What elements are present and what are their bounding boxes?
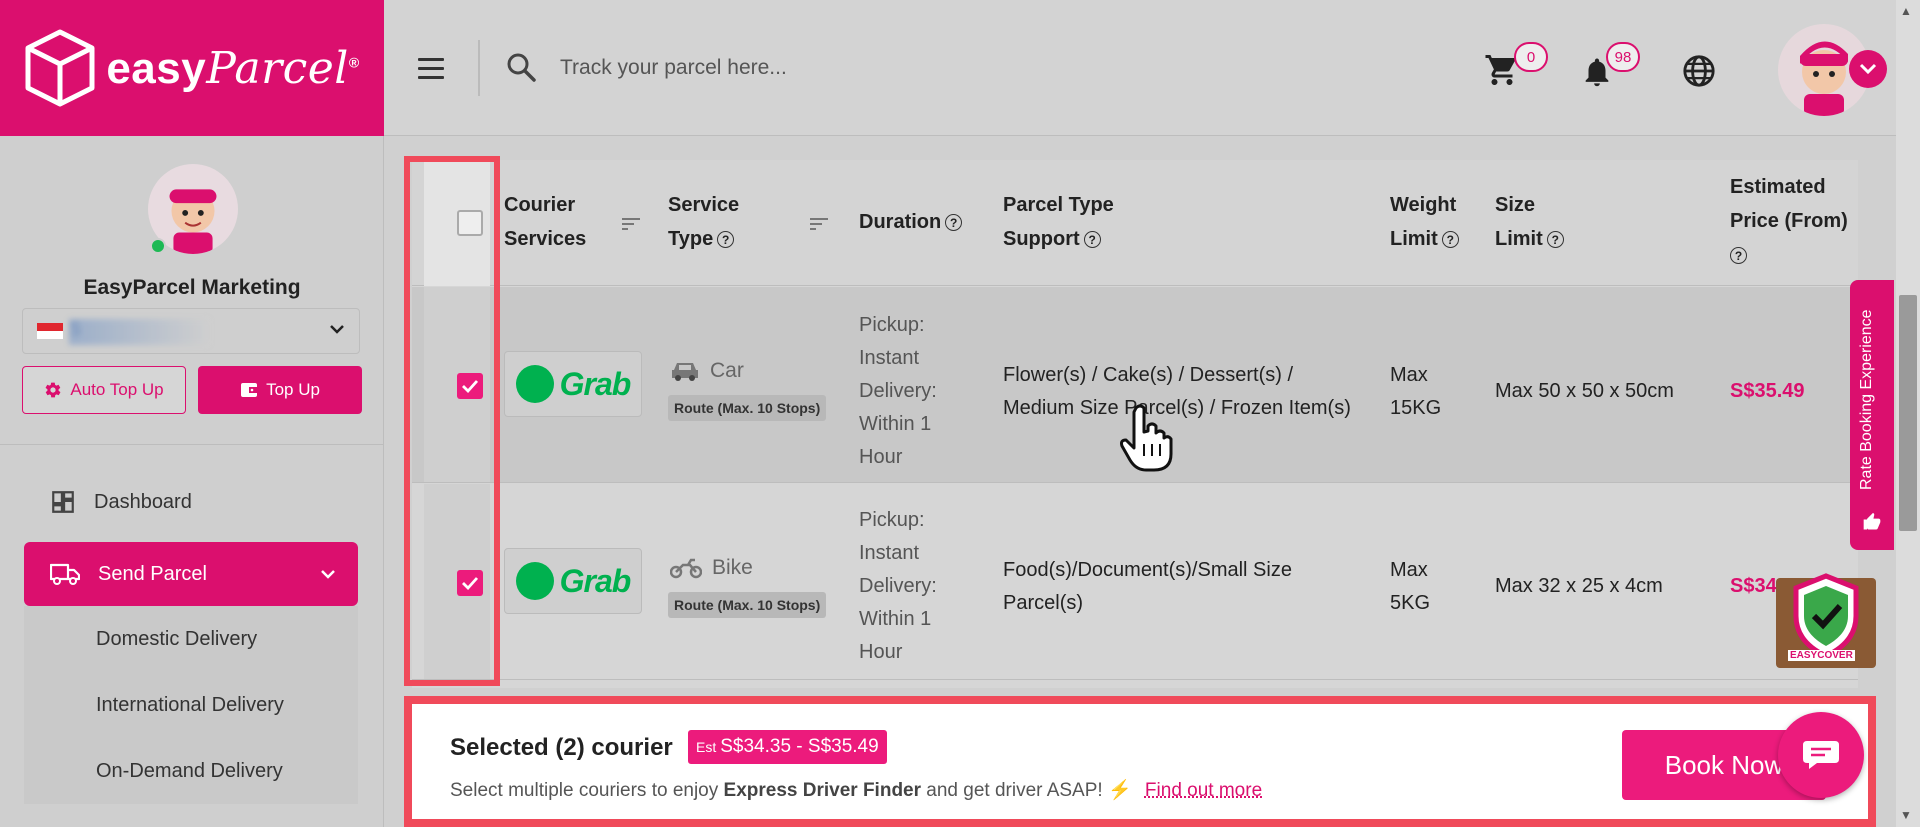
cart-button[interactable]: 0 xyxy=(1484,42,1564,92)
wallet-icon xyxy=(241,383,258,397)
dashboard-icon xyxy=(52,491,74,513)
courier-logo: Grab xyxy=(504,548,642,614)
selected-courier-bar: Selected (2) courier Est S$34.35 - S$35.4… xyxy=(404,696,1876,827)
col-header-parcel-type-support[interactable]: Parcel Type Support? xyxy=(1003,188,1114,256)
sort-icon[interactable] xyxy=(810,218,828,233)
help-icon[interactable]: ? xyxy=(1546,231,1564,249)
truck-icon xyxy=(50,563,80,585)
size-limit-cell: Max 32 x 25 x 4cm xyxy=(1495,575,1663,597)
rate-booking-experience-tab[interactable]: Rate Booking Experience xyxy=(1850,280,1894,550)
service-vehicle: Bike xyxy=(670,556,753,580)
brand-name: easyParcel® xyxy=(106,42,360,94)
lightning-icon: ⚡ xyxy=(1107,780,1132,801)
sidebar-item-label: Dashboard xyxy=(94,490,192,513)
price-cell: S$35.49 xyxy=(1730,380,1805,402)
route-badge: Route (Max. 10 Stops) xyxy=(668,592,827,618)
account-name: EasyParcel Marketing xyxy=(83,276,301,299)
top-up-label: Top Up xyxy=(266,380,320,399)
sidebar-item-dashboard[interactable]: Dashboard xyxy=(24,470,358,534)
sidebar: EasyParcel Marketing S Auto Top Up Top U… xyxy=(0,136,384,827)
account-country-select[interactable]: S xyxy=(22,308,360,354)
gear-icon xyxy=(45,382,61,398)
chevron-down-icon xyxy=(1859,63,1877,75)
size-limit-cell: Max 50 x 50 x 50cm xyxy=(1495,380,1674,402)
car-icon xyxy=(672,363,698,381)
selected-courier-count: Selected (2) courier xyxy=(450,734,673,761)
estimated-price-badge: Est S$34.35 - S$35.49 xyxy=(688,730,887,764)
auto-top-up-button[interactable]: Auto Top Up xyxy=(22,366,186,414)
easycover-badge[interactable]: EASYCOVER xyxy=(1776,573,1876,668)
notifications-button[interactable]: 98 xyxy=(1580,42,1670,92)
weight-limit-cell: Max 5KG xyxy=(1390,559,1431,614)
help-icon[interactable]: ? xyxy=(717,231,735,249)
sort-icon[interactable] xyxy=(622,218,640,233)
shield-check-icon xyxy=(1793,573,1859,659)
chat-bubble-icon xyxy=(1803,741,1839,769)
cart-count-badge: 0 xyxy=(1514,42,1548,72)
weight-limit-cell: Max 15KG xyxy=(1390,364,1442,419)
col-header-service-type[interactable]: Service Type? xyxy=(668,188,739,256)
track-parcel-search-input[interactable] xyxy=(560,48,1080,88)
search-icon[interactable] xyxy=(506,52,536,82)
chat-support-button[interactable] xyxy=(1778,712,1864,798)
thumbs-up-icon xyxy=(1863,512,1881,530)
table-row[interactable]: Grab Bike Route (Max. 10 Stops) Pickup: I… xyxy=(412,484,1858,680)
account-balance-blurred: S xyxy=(69,319,209,345)
col-header-courier-services[interactable]: Courier Services xyxy=(504,188,586,256)
help-icon[interactable]: ? xyxy=(1083,231,1101,249)
menu-icon[interactable] xyxy=(418,58,444,80)
chevron-down-icon xyxy=(321,570,335,579)
singapore-flag-icon xyxy=(37,323,63,339)
col-header-weight-limit[interactable]: Weight Limit? xyxy=(1390,188,1459,256)
top-up-button[interactable]: Top Up xyxy=(198,366,362,414)
help-icon[interactable]: ? xyxy=(1730,247,1747,265)
checkbox-column-highlight xyxy=(404,156,500,686)
scroll-up-arrow-icon[interactable]: ▲ xyxy=(1900,4,1912,18)
box-logo-icon xyxy=(25,29,95,107)
col-header-estimated-price[interactable]: Estimated Price (From)? xyxy=(1730,170,1848,272)
scrollbar-thumb[interactable] xyxy=(1899,295,1917,531)
sidebar-subitem-domestic-delivery[interactable]: Domestic Delivery xyxy=(24,606,358,672)
service-vehicle: Car xyxy=(670,359,744,383)
motorbike-icon xyxy=(670,558,702,579)
table-header-row: Courier Services Service Type? Duration? P… xyxy=(412,160,1858,286)
sidebar-item-label: Send Parcel xyxy=(98,562,207,585)
top-header: 0 98 xyxy=(384,0,1896,136)
help-icon[interactable]: ? xyxy=(1441,231,1459,249)
sidebar-item-send-parcel[interactable]: Send Parcel xyxy=(24,542,358,606)
col-header-duration[interactable]: Duration? xyxy=(859,205,963,239)
col-header-size-limit[interactable]: Size Limit? xyxy=(1495,188,1564,256)
parcel-type-cell: Food(s)/Document(s)/Small Size Parcel(s) xyxy=(1003,559,1292,614)
scroll-down-arrow-icon[interactable]: ▼ xyxy=(1900,808,1912,822)
courier-logo: Grab xyxy=(504,351,642,417)
auto-top-up-label: Auto Top Up xyxy=(70,380,164,399)
grab-express-icon xyxy=(515,562,554,600)
account-menu-toggle[interactable] xyxy=(1849,50,1887,88)
easycover-label: EASYCOVER xyxy=(1788,650,1855,661)
parcel-type-cell: Flower(s) / Cake(s) / Dessert(s) / Medium… xyxy=(1003,364,1351,419)
sidebar-subitem-on-demand-delivery[interactable]: On-Demand Delivery xyxy=(24,738,358,804)
grab-express-icon xyxy=(515,365,554,403)
notification-count-badge: 98 xyxy=(1606,42,1640,72)
sidebar-divider xyxy=(0,444,384,445)
find-out-more-link[interactable]: Find out more xyxy=(1145,780,1262,801)
brand-logo[interactable]: easyParcel® xyxy=(0,0,384,136)
globe-icon[interactable] xyxy=(1682,54,1716,88)
hand-cursor-icon xyxy=(1120,404,1173,472)
duration-cell: Pickup: Instant Delivery: Within 1 Hour xyxy=(859,314,937,468)
chevron-down-icon xyxy=(330,325,344,334)
help-icon[interactable]: ? xyxy=(945,214,963,232)
header-divider xyxy=(478,40,480,96)
duration-cell: Pickup: Instant Delivery: Within 1 Hour xyxy=(859,509,937,663)
route-badge: Route (Max. 10 Stops) xyxy=(668,395,827,421)
online-status-dot xyxy=(150,238,166,254)
express-driver-finder-note: Select multiple couriers to enjoy Expres… xyxy=(450,780,1263,801)
sidebar-subitem-international-delivery[interactable]: International Delivery xyxy=(24,672,358,738)
